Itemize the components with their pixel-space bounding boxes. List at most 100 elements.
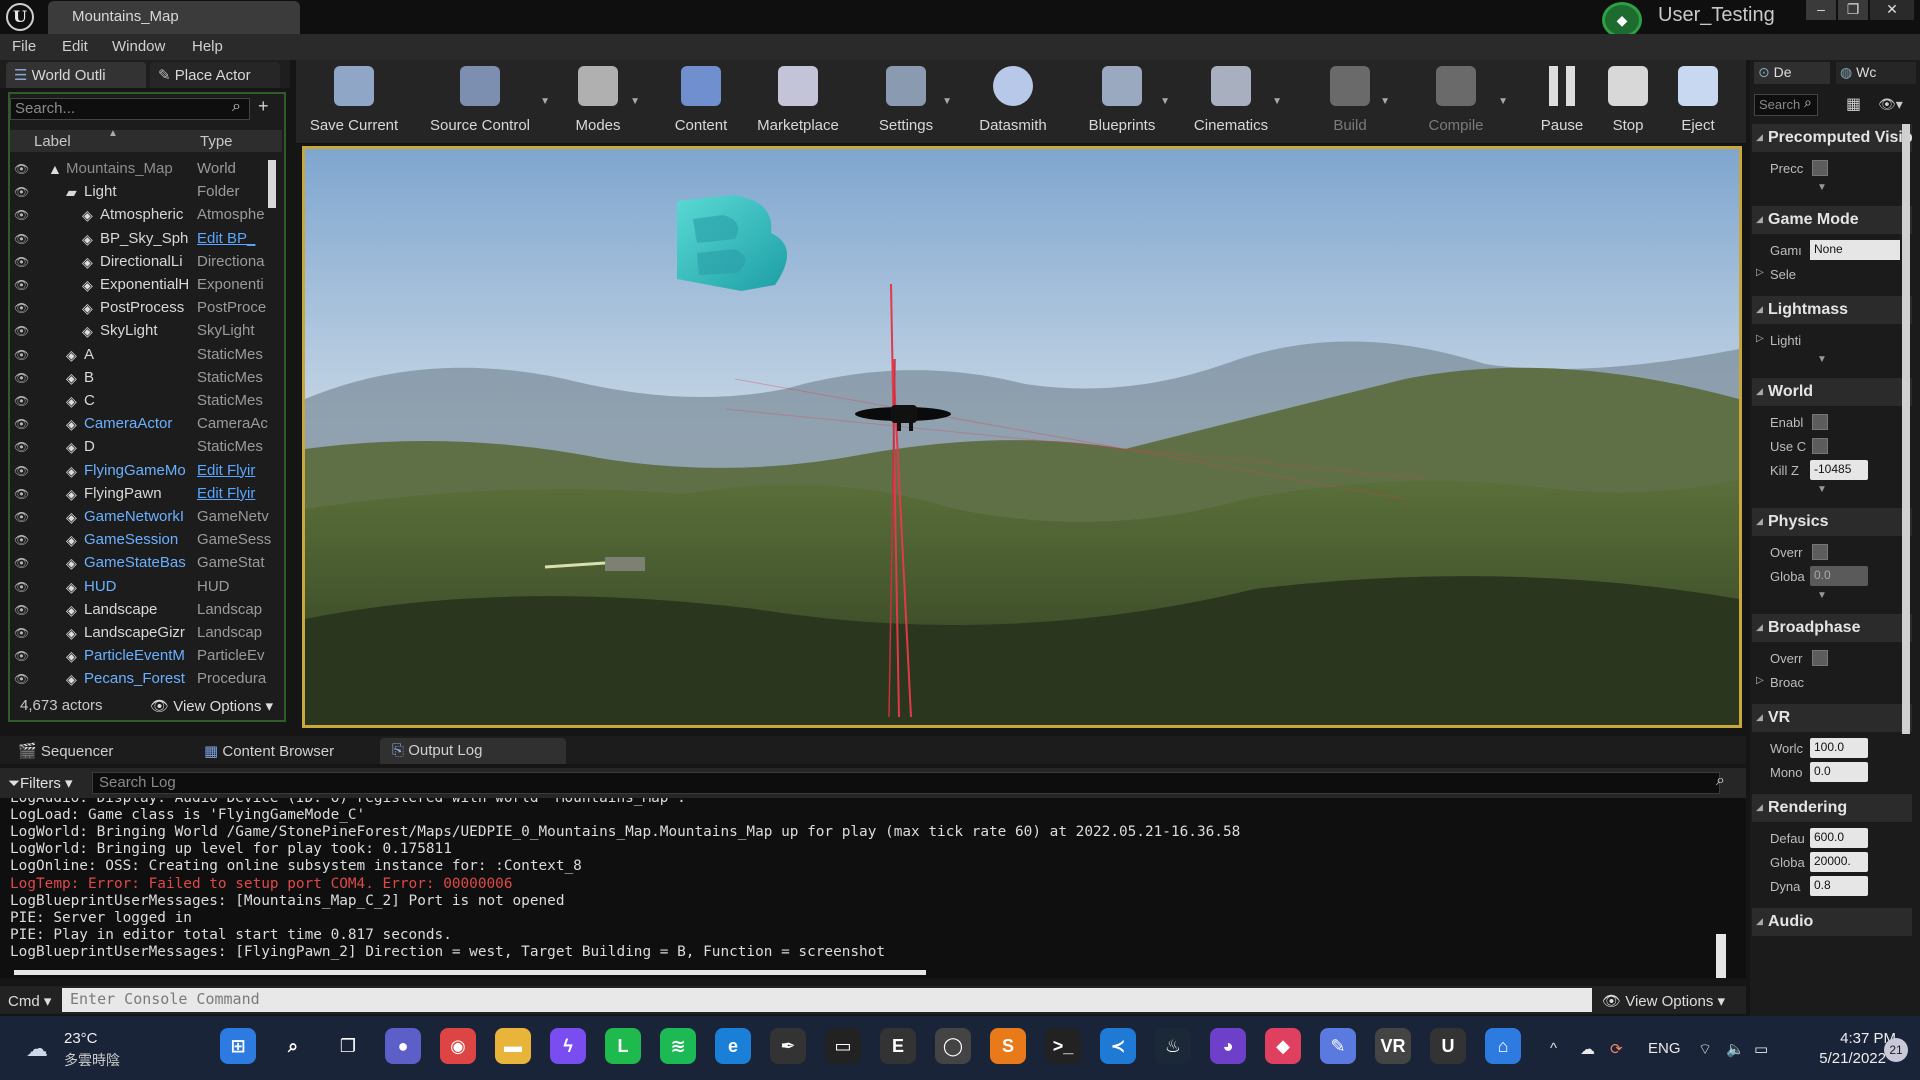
unreal-icon[interactable]: U xyxy=(1430,1028,1466,1064)
property-number-field[interactable]: 600.0 xyxy=(1810,828,1868,848)
outliner-row[interactable]: 👁 ◈ C StaticMes xyxy=(10,390,282,413)
expand-arrow-icon[interactable]: ▷ xyxy=(1756,333,1764,344)
battery-icon[interactable]: ▭ xyxy=(1754,1040,1768,1058)
visibility-eye-icon[interactable]: 👁 xyxy=(14,510,29,524)
console-command-input[interactable]: Enter Console Command xyxy=(62,988,1592,1012)
language-indicator[interactable]: ENG xyxy=(1648,1040,1681,1057)
property-number-field[interactable]: 20000. xyxy=(1810,852,1868,872)
property-checkbox[interactable] xyxy=(1812,650,1828,666)
outliner-row[interactable]: 👁 ◈ D StaticMes xyxy=(10,436,282,459)
visibility-eye-icon[interactable]: 👁 xyxy=(14,533,29,547)
visibility-eye-icon[interactable]: 👁 xyxy=(14,672,29,686)
visibility-eye-icon[interactable]: 👁 xyxy=(14,278,29,292)
outliner-row[interactable]: 👁 ◈ Pecans_Forest Procedura xyxy=(10,668,282,691)
clock-time[interactable]: 4:37 PM xyxy=(1810,1030,1896,1047)
user-avatar-icon[interactable]: ◆ xyxy=(1602,2,1642,38)
marketplace-button[interactable]: Marketplace xyxy=(750,60,846,144)
epic-games-icon[interactable]: E xyxy=(880,1028,916,1064)
edit-blueprint-link[interactable]: Edit Flyir xyxy=(197,462,277,479)
outliner-row[interactable]: 👁 ◈ GameNetworkI GameNetv xyxy=(10,506,282,529)
details-section-header[interactable]: Game Mode xyxy=(1752,206,1912,234)
tab-world-settings[interactable]: ◍ Wc xyxy=(1836,62,1916,84)
outliner-row[interactable]: 👁 ◈ DirectionalLi Directiona xyxy=(10,251,282,274)
outliner-row[interactable]: 👁 ◈ FlyingPawn Edit Flyir xyxy=(10,483,282,506)
visibility-eye-icon[interactable]: 👁 xyxy=(14,348,29,362)
advanced-expand-icon[interactable]: ▼ xyxy=(1812,484,1832,498)
visibility-eye-icon[interactable]: 👁 xyxy=(14,626,29,640)
menu-file[interactable]: File xyxy=(12,38,36,55)
expand-arrow-icon[interactable]: ▷ xyxy=(1756,675,1764,686)
filters-button[interactable]: ⏷Filters ▾ xyxy=(8,774,73,792)
close-button[interactable]: ✕ xyxy=(1870,0,1914,20)
advanced-expand-icon[interactable]: ▼ xyxy=(1812,354,1832,368)
details-section-header[interactable]: World xyxy=(1752,378,1912,406)
game-icon[interactable]: ◆ xyxy=(1265,1028,1301,1064)
advanced-expand-icon[interactable]: ▼ xyxy=(1812,590,1832,604)
messenger-icon[interactable]: ϟ xyxy=(550,1028,586,1064)
stop-button[interactable]: Stop xyxy=(1600,60,1656,144)
details-section-header[interactable]: Broadphase xyxy=(1752,614,1912,642)
add-folder-button[interactable]: + xyxy=(258,96,269,117)
wifi-icon[interactable]: ⌔ xyxy=(1698,1040,1712,1059)
sublime-icon[interactable]: S xyxy=(990,1028,1026,1064)
vscode-icon[interactable]: ≺ xyxy=(1100,1028,1136,1064)
menu-edit[interactable]: Edit xyxy=(62,38,88,55)
edit-blueprint-link[interactable]: Edit Flyir xyxy=(197,485,277,502)
save-current-button[interactable]: Save Current xyxy=(304,60,404,144)
compile-button[interactable]: Compile ▼ xyxy=(1404,60,1508,144)
property-checkbox[interactable] xyxy=(1812,438,1828,454)
chevron-down-icon[interactable]: ▼ xyxy=(1498,96,1508,107)
outliner-row[interactable]: 👁 ◈ Landscape Landscap xyxy=(10,599,282,622)
modes-button[interactable]: Modes ▼ xyxy=(556,60,640,144)
tab-content-browser[interactable]: ▦ Content Browser xyxy=(192,738,372,764)
visibility-eye-icon[interactable]: 👁 xyxy=(14,556,29,570)
weather-temp[interactable]: 23°C xyxy=(64,1030,98,1047)
notification-badge[interactable]: 21 xyxy=(1884,1038,1908,1062)
outliner-row[interactable]: 👁 ◈ GameStateBas GameStat xyxy=(10,552,282,575)
chevron-down-icon[interactable]: ▼ xyxy=(540,96,550,107)
outliner-scrollbar[interactable] xyxy=(268,160,276,208)
edge-icon[interactable]: e xyxy=(715,1028,751,1064)
visibility-eye-icon[interactable]: 👁 xyxy=(14,301,29,315)
visibility-eye-icon[interactable]: 👁▾ xyxy=(1878,96,1903,113)
blueprints-button[interactable]: Blueprints ▼ xyxy=(1074,60,1170,144)
property-checkbox[interactable] xyxy=(1812,544,1828,560)
outliner-row[interactable]: 👁 ◈ HUD HUD xyxy=(10,576,282,599)
view-options-button[interactable]: 👁 View Options ▾ xyxy=(150,697,273,715)
advanced-expand-icon[interactable]: ▼ xyxy=(1812,182,1832,196)
outliner-row[interactable]: 👁 ◈ Atmospheric Atmosphe xyxy=(10,204,282,227)
settings-button[interactable]: Settings ▼ xyxy=(860,60,952,144)
task-view-icon[interactable]: ❐ xyxy=(330,1028,366,1064)
chevron-down-icon[interactable]: ▼ xyxy=(942,96,952,107)
level-viewport[interactable]: B xyxy=(302,146,1742,728)
visibility-eye-icon[interactable]: 👁 xyxy=(14,371,29,385)
steam-icon[interactable]: ♨ xyxy=(1155,1028,1191,1064)
menu-help[interactable]: Help xyxy=(192,38,223,55)
weather-desc[interactable]: 多雲時陰 xyxy=(64,1050,120,1070)
search-log-input[interactable]: Search Log xyxy=(92,772,1720,794)
visibility-eye-icon[interactable]: 👁 xyxy=(14,232,29,246)
spotify-icon[interactable]: ≋ xyxy=(660,1028,696,1064)
outliner-row[interactable]: 👁 ◈ BP_Sky_Sph Edit BP_ xyxy=(10,228,282,251)
property-dropdown[interactable]: None xyxy=(1810,240,1900,260)
inkscape-icon[interactable]: ✒ xyxy=(770,1028,806,1064)
outliner-search-input[interactable]: Search... xyxy=(10,98,250,120)
details-section-header[interactable]: VR xyxy=(1752,704,1912,732)
terminal-icon[interactable]: >_ xyxy=(1045,1028,1081,1064)
maximize-button[interactable]: ❐ xyxy=(1838,0,1868,20)
output-log[interactable]: LogAudio: Display: Audio Device (ID: 6) … xyxy=(0,798,1746,978)
cmd-selector[interactable]: Cmd ▾ xyxy=(8,992,51,1010)
visibility-eye-icon[interactable]: 👁 xyxy=(14,649,29,663)
eject-button[interactable]: Eject xyxy=(1664,60,1732,144)
grid-view-icon[interactable]: ▦ xyxy=(1846,94,1868,116)
details-section-header[interactable]: Precomputed Visibility xyxy=(1752,124,1912,152)
visibility-eye-icon[interactable]: 👁 xyxy=(14,603,29,617)
oculus-icon[interactable]: ◯ xyxy=(935,1028,971,1064)
property-number-field[interactable]: 0.0 xyxy=(1810,762,1868,782)
content-button[interactable]: Content xyxy=(666,60,736,144)
visibility-eye-icon[interactable]: 👁 xyxy=(14,208,29,222)
outliner-row[interactable]: 👁 ▰ Light Folder xyxy=(10,181,282,204)
visibility-eye-icon[interactable]: 👁 xyxy=(14,440,29,454)
start-icon[interactable]: ⊞ xyxy=(220,1028,256,1064)
details-section-header[interactable]: Rendering xyxy=(1752,794,1912,822)
